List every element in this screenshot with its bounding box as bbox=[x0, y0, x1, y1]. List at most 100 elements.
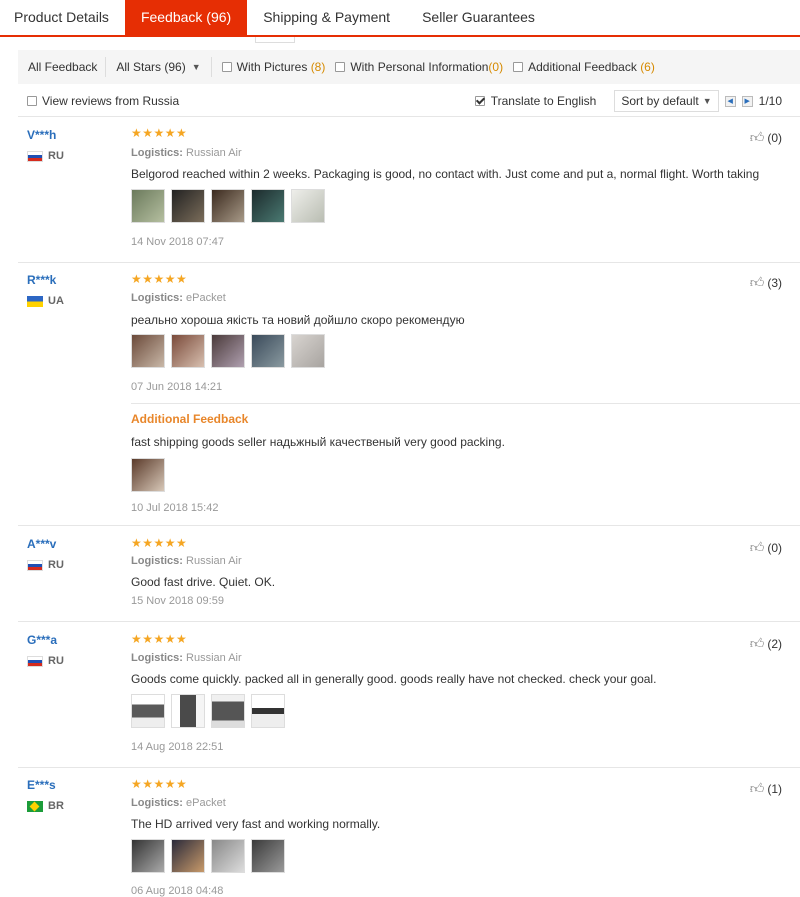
page-indicator: 1/10 bbox=[758, 94, 782, 108]
review-photo[interactable] bbox=[131, 334, 165, 368]
review-photo[interactable] bbox=[251, 334, 285, 368]
reviewer-name: G***a bbox=[27, 633, 58, 647]
reviewer-name: E***s bbox=[27, 778, 56, 792]
review-divider bbox=[18, 767, 800, 768]
tab-shipping-payment[interactable]: Shipping & Payment bbox=[247, 0, 406, 35]
review-photos bbox=[131, 189, 325, 223]
reviewer-name: V***h bbox=[27, 128, 57, 142]
review-date: 14 Nov 2018 07:47 bbox=[131, 236, 224, 248]
helpful-button[interactable]: 👍︎ (0) bbox=[750, 539, 782, 556]
reviewer-country: UA bbox=[27, 295, 64, 307]
review-photos bbox=[131, 839, 285, 873]
star-rating: ★★★★★ bbox=[131, 126, 188, 140]
thumbs-up-icon: 👍︎ bbox=[749, 780, 765, 796]
reviewer-country: RU bbox=[27, 655, 64, 667]
view-russia-label: View reviews from Russia bbox=[42, 94, 180, 108]
review-photo[interactable] bbox=[171, 694, 205, 728]
tab-feedback[interactable]: Feedback (96) bbox=[124, 0, 248, 35]
options-bar: View reviews from Russia Translate to En… bbox=[18, 88, 800, 114]
review-date: 15 Nov 2018 09:59 bbox=[131, 595, 224, 607]
star-rating: ★★★★★ bbox=[131, 272, 188, 286]
divider bbox=[18, 116, 800, 117]
filter-with-pictures[interactable]: With Pictures (8) bbox=[221, 60, 326, 74]
with-personal-checkbox[interactable] bbox=[335, 62, 346, 72]
review-text: The HD arrived very fast and working nor… bbox=[131, 817, 381, 831]
with-pictures-label: With Pictures (8) bbox=[236, 60, 326, 74]
review-photo[interactable] bbox=[251, 694, 285, 728]
brazil-flag-icon bbox=[27, 800, 43, 812]
review-photo[interactable] bbox=[171, 189, 205, 223]
filter-divider bbox=[210, 57, 212, 77]
with-personal-label: With Personal Information(0) bbox=[350, 60, 504, 74]
additional-feedback-text: fast shipping goods seller надьжный каче… bbox=[131, 435, 505, 449]
filter-with-personal[interactable]: With Personal Information(0) bbox=[335, 60, 503, 74]
review-divider bbox=[18, 525, 800, 526]
review-photo[interactable] bbox=[251, 839, 285, 873]
review-photo[interactable] bbox=[291, 189, 325, 223]
review-photo[interactable] bbox=[171, 334, 205, 368]
russia-flag-icon bbox=[27, 150, 43, 162]
additional-photos bbox=[131, 458, 165, 492]
additional-date: 10 Jul 2018 15:42 bbox=[131, 502, 219, 514]
review-divider bbox=[18, 621, 800, 622]
review-photo[interactable] bbox=[291, 334, 325, 368]
reviewer-name: A***v bbox=[27, 537, 57, 551]
review-photos bbox=[131, 334, 325, 368]
chevron-down-icon: ▼ bbox=[191, 62, 201, 72]
review-photo[interactable] bbox=[131, 189, 165, 223]
review-date: 06 Aug 2018 04:48 bbox=[131, 885, 224, 897]
helpful-button[interactable]: 👍︎ (1) bbox=[750, 780, 782, 797]
helpful-button[interactable]: 👍︎ (2) bbox=[750, 635, 782, 652]
sort-dropdown[interactable]: Sort by default ▼ bbox=[614, 90, 719, 112]
sort-controls: Translate to English Sort by default ▼ ◀… bbox=[474, 90, 800, 112]
review-photos bbox=[131, 694, 285, 728]
additional-feedback-title: Additional Feedback bbox=[131, 412, 249, 426]
view-russia-option[interactable]: View reviews from Russia bbox=[18, 94, 179, 108]
review-date: 07 Jun 2018 14:21 bbox=[131, 381, 223, 393]
review-text: реально хороша якість та новий дойшло ск… bbox=[131, 313, 465, 327]
logistics-info: Logistics: Russian Air bbox=[131, 652, 242, 664]
thumbs-up-icon: 👍︎ bbox=[749, 274, 765, 290]
review-photo[interactable] bbox=[131, 458, 165, 492]
review-text: Belgorod reached within 2 weeks. Packagi… bbox=[131, 167, 760, 181]
filter-stars-dropdown[interactable]: All Stars (96) ▼ bbox=[106, 60, 210, 74]
russia-flag-icon bbox=[27, 655, 43, 667]
logistics-info: Logistics: ePacket bbox=[131, 292, 226, 304]
reviewer-country: RU bbox=[27, 559, 64, 571]
with-pictures-checkbox[interactable] bbox=[221, 62, 232, 72]
tab-product-details[interactable]: Product Details bbox=[0, 0, 125, 35]
tab-notch bbox=[255, 37, 295, 43]
review-divider bbox=[18, 262, 800, 263]
view-russia-checkbox[interactable] bbox=[27, 96, 37, 106]
translate-checkbox[interactable] bbox=[474, 96, 485, 106]
prev-page-icon[interactable]: ◀ bbox=[724, 95, 736, 107]
additional-label: Additional Feedback (6) bbox=[528, 60, 655, 74]
review-photo[interactable] bbox=[211, 334, 245, 368]
review-photo[interactable] bbox=[211, 839, 245, 873]
logistics-info: Logistics: Russian Air bbox=[131, 147, 242, 159]
chevron-down-icon: ▼ bbox=[702, 96, 712, 106]
review-photo[interactable] bbox=[211, 694, 245, 728]
thumbs-up-icon: 👍︎ bbox=[749, 129, 765, 145]
ukraine-flag-icon bbox=[27, 295, 43, 307]
next-page-icon[interactable]: ▶ bbox=[741, 95, 753, 107]
tab-seller-guarantees[interactable]: Seller Guarantees bbox=[406, 0, 551, 35]
review-photo[interactable] bbox=[131, 694, 165, 728]
review-photo[interactable] bbox=[131, 839, 165, 873]
filter-additional[interactable]: Additional Feedback (6) bbox=[513, 60, 655, 74]
tab-bar: Product Details Feedback (96) Shipping &… bbox=[0, 0, 800, 37]
review-photo[interactable] bbox=[211, 189, 245, 223]
thumbs-up-icon: 👍︎ bbox=[749, 539, 765, 555]
reviewer-country: RU bbox=[27, 150, 64, 162]
reviewer-name: R***k bbox=[27, 273, 57, 287]
thumbs-up-icon: 👍︎ bbox=[749, 635, 765, 651]
logistics-info: Logistics: ePacket bbox=[131, 797, 226, 809]
helpful-button[interactable]: 👍︎ (0) bbox=[750, 129, 782, 146]
helpful-button[interactable]: 👍︎ (3) bbox=[750, 274, 782, 291]
review-photo[interactable] bbox=[251, 189, 285, 223]
sort-label: Sort by default bbox=[621, 94, 699, 108]
additional-checkbox[interactable] bbox=[513, 62, 524, 72]
filter-all-feedback[interactable]: All Feedback bbox=[18, 60, 105, 74]
translate-label: Translate to English bbox=[490, 94, 597, 108]
review-photo[interactable] bbox=[171, 839, 205, 873]
